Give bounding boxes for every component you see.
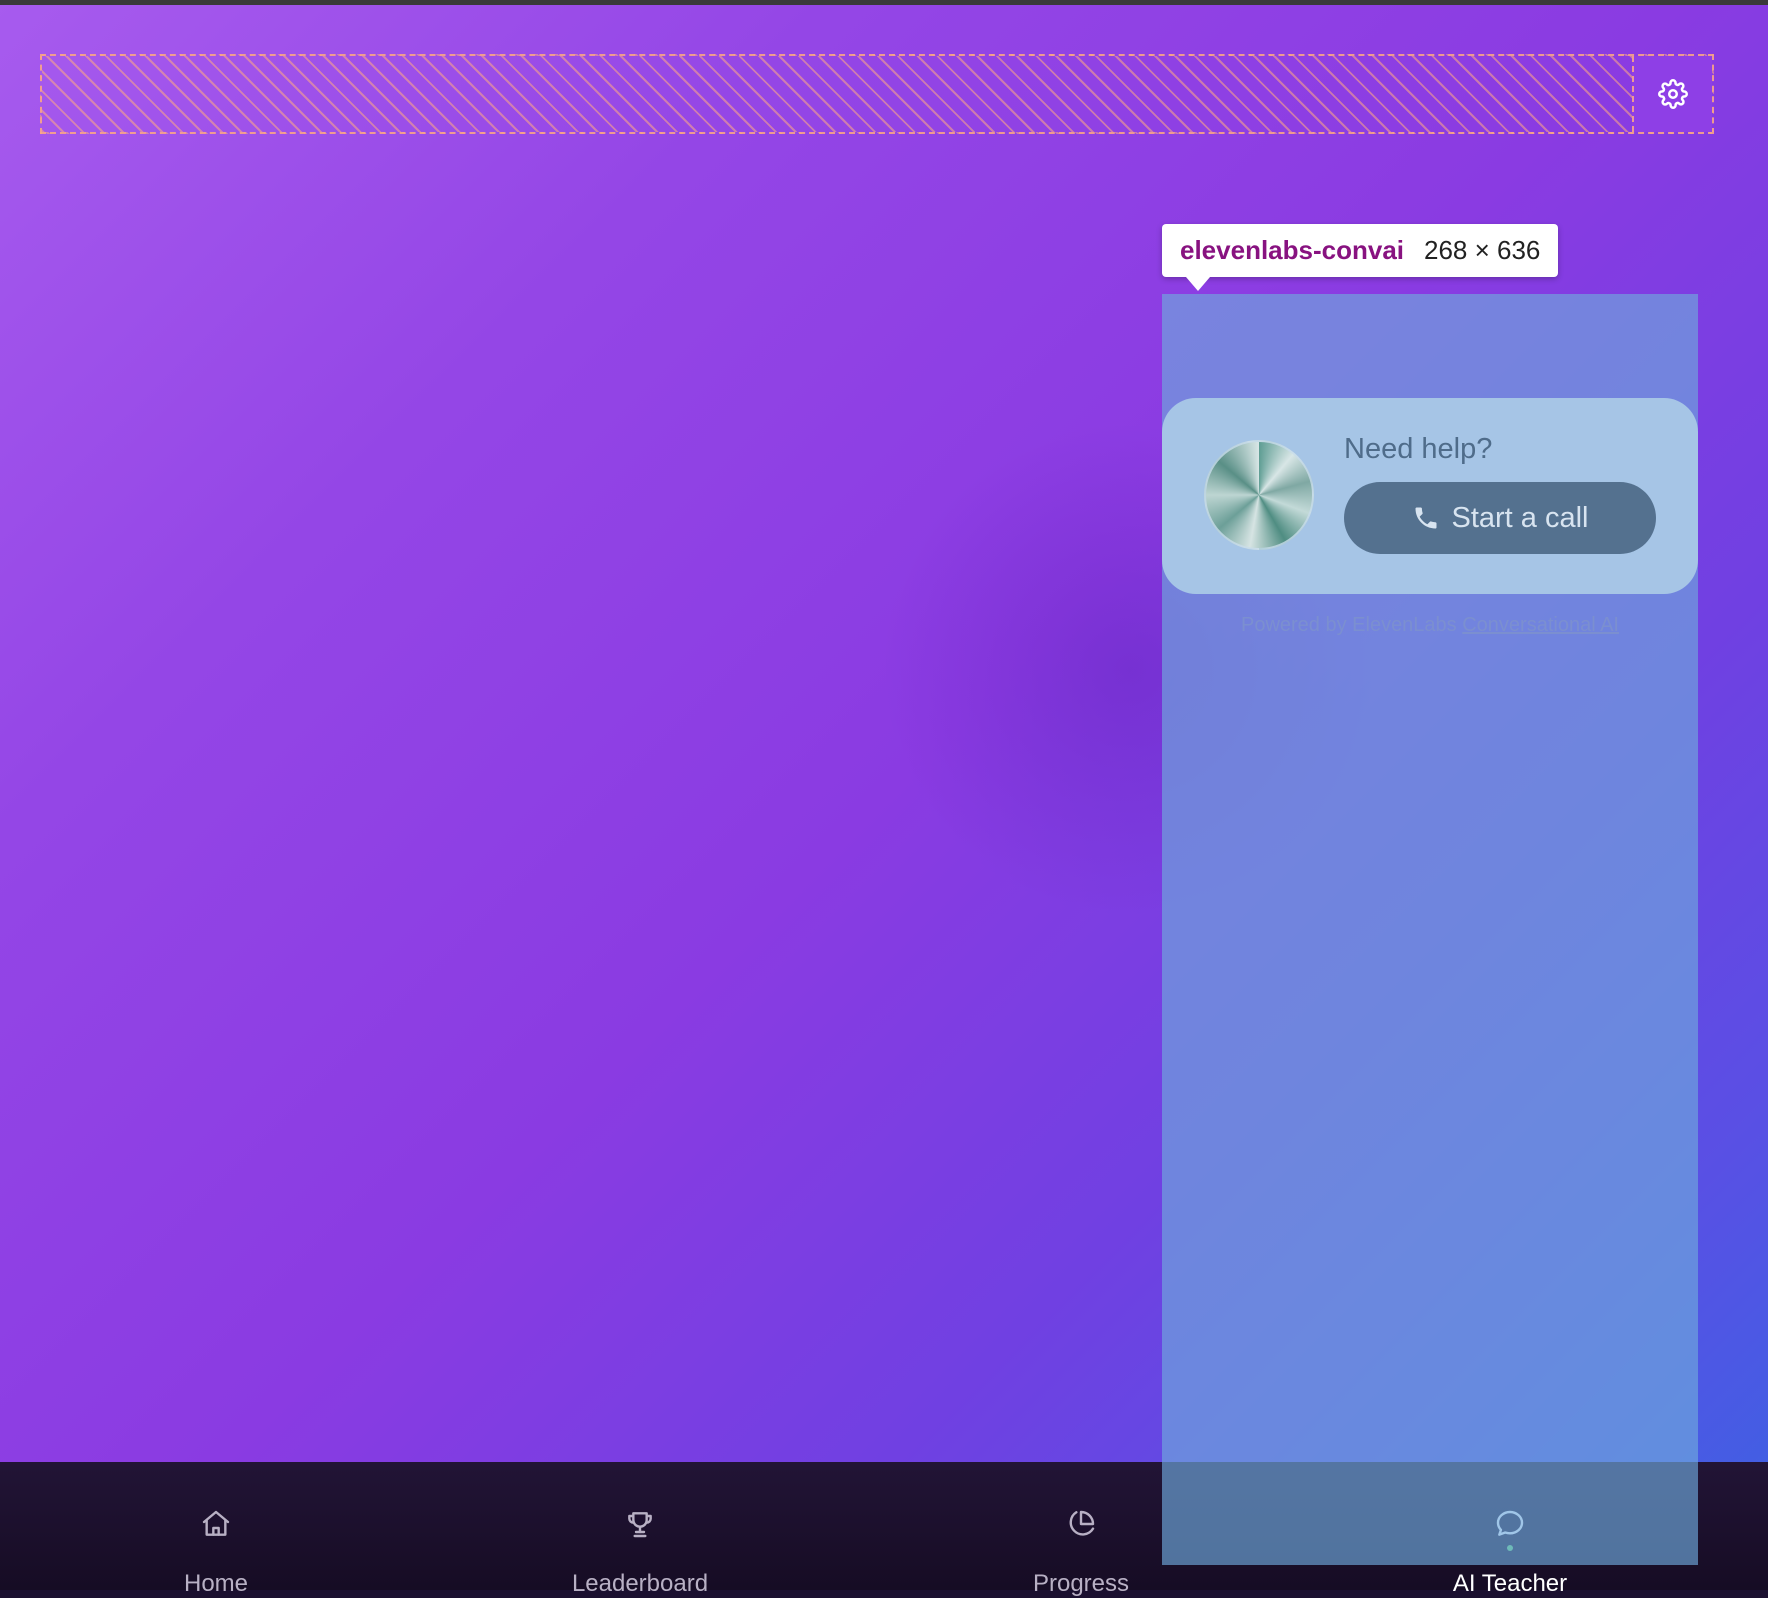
inspect-tag-name: elevenlabs-convai	[1180, 235, 1404, 265]
settings-button[interactable]	[1632, 56, 1712, 132]
gear-icon	[1658, 79, 1688, 109]
help-widget-card: Need help? Start a call	[1162, 398, 1698, 594]
header-placeholder	[40, 54, 1714, 134]
agent-avatar	[1204, 440, 1314, 550]
nav-item-leaderboard[interactable]: Leaderboard	[520, 1462, 760, 1597]
conversational-ai-link[interactable]: Conversational AI	[1462, 614, 1619, 636]
nav-label-ai-teacher: AI Teacher	[1452, 1570, 1568, 1597]
devtools-inspect-tooltip: elevenlabs-convai 268 × 636	[1162, 224, 1559, 291]
powered-by-text: Powered by ElevenLabs	[1240, 614, 1463, 636]
nav-label-leaderboard: Leaderboard	[571, 1570, 709, 1597]
start-call-label: Start a call	[1451, 501, 1589, 534]
phone-icon	[1415, 507, 1436, 529]
start-call-button[interactable]: Start a call	[1344, 482, 1656, 554]
pie-chart-icon	[1069, 1510, 1095, 1536]
nav-item-home[interactable]: Home	[96, 1462, 336, 1597]
trophy-icon	[628, 1512, 652, 1538]
widget-title: Need help?	[1344, 433, 1493, 465]
powered-by-footer: Powered by ElevenLabs Conversational AI	[1162, 614, 1698, 637]
nav-label-progress: Progress	[1032, 1570, 1130, 1597]
home-icon	[202, 1510, 230, 1536]
nav-label-home: Home	[183, 1570, 249, 1597]
inspect-dimensions: 268 × 636	[1424, 235, 1541, 265]
window-top-border	[0, 0, 1768, 5]
